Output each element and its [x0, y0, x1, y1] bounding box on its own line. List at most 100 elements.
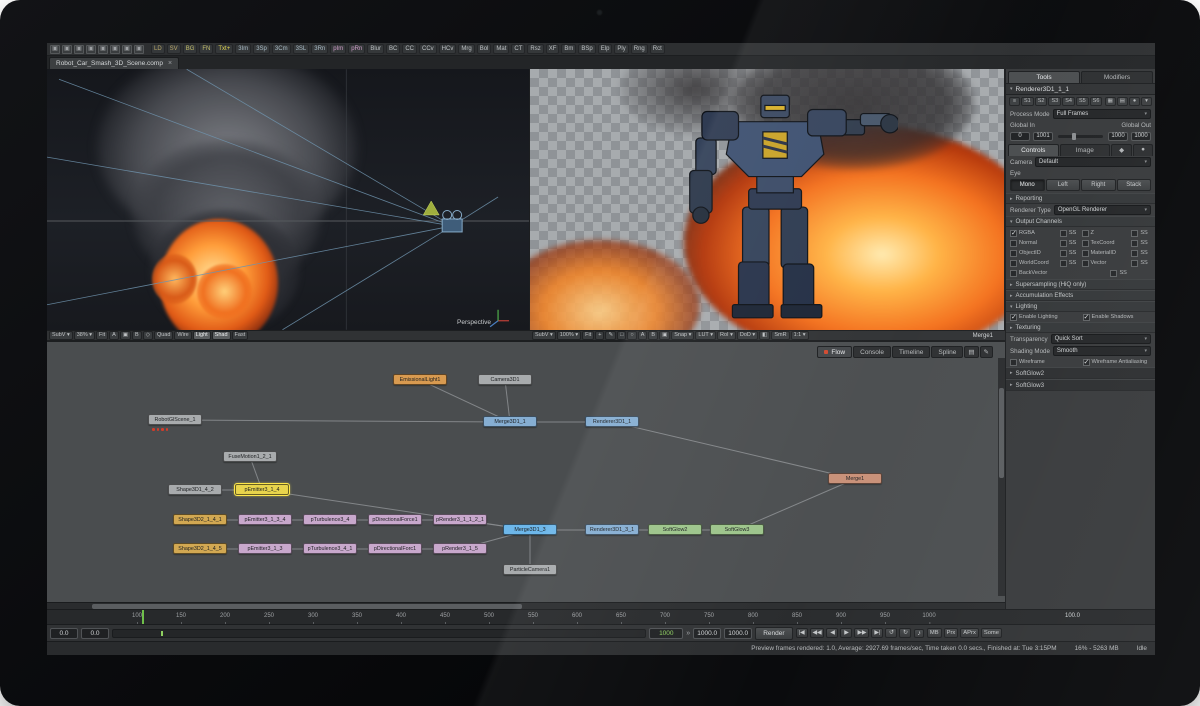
tool-button-3rn[interactable]: 3Rn: [311, 44, 328, 54]
flow-tool-icon[interactable]: ✎: [980, 346, 993, 358]
subtab-[interactable]: ●: [1133, 144, 1153, 156]
section-lighting[interactable]: ▾ Lighting: [1006, 301, 1155, 312]
view-toolbar-button-[interactable]: ▣: [120, 331, 131, 340]
checkbox-box[interactable]: [1010, 260, 1017, 267]
process-mode-dropdown[interactable]: Full Frames: [1053, 109, 1151, 119]
section-softglow2[interactable]: ▸ SoftGlow2: [1006, 367, 1155, 379]
checkbox-rgba[interactable]: RGBA: [1010, 230, 1058, 237]
tool-button-xf[interactable]: XF: [546, 44, 560, 54]
flow-node-shape3d2-1-4-1[interactable]: Shape3D2_1_4_1: [173, 514, 227, 525]
tab-close-icon[interactable]: ×: [168, 60, 172, 67]
section-output-channels[interactable]: ▾ Output Channels: [1006, 216, 1155, 227]
flow-node-pturbulence3-4-1[interactable]: pTurbulence3_4_1: [303, 543, 357, 554]
view-toolbar-button-100[interactable]: 100% ▾: [557, 331, 581, 340]
flow-node-softglow2[interactable]: SoftGlow2: [648, 524, 702, 535]
checkbox-ss[interactable]: SS: [1131, 240, 1151, 247]
view-toolbar-button-fast[interactable]: Fast: [232, 331, 249, 340]
flow-node-merge3d1-1[interactable]: Merge3D1_1: [483, 416, 537, 427]
view-toolbar-button-fit[interactable]: Fit: [582, 331, 594, 340]
flow-node-pturbulence3-4[interactable]: pTurbulence3_4: [303, 514, 357, 525]
section-texturing[interactable]: ▸ Texturing: [1006, 322, 1155, 333]
window-layout-icon[interactable]: ▣: [86, 45, 96, 54]
flow-node-merge1[interactable]: Merge1: [828, 473, 882, 484]
checkbox-box[interactable]: [1010, 314, 1017, 321]
checkbox-box[interactable]: [1110, 270, 1117, 277]
tool-button-3sp[interactable]: 3Sp: [253, 44, 270, 54]
checkbox-ss[interactable]: SS: [1131, 250, 1151, 257]
tool-button-mrg[interactable]: Mrg: [458, 44, 474, 54]
tool-button-pim[interactable]: pIm: [330, 44, 346, 54]
toggle-prx[interactable]: Prx: [944, 628, 959, 638]
view-toolbar-button-38[interactable]: 38% ▾: [74, 331, 95, 340]
checkbox-box[interactable]: [1010, 359, 1017, 366]
checkbox-ss[interactable]: SS: [1131, 260, 1151, 267]
checkbox-box[interactable]: [1060, 250, 1067, 257]
tool-button-rng[interactable]: Rng: [631, 44, 648, 54]
transport-button[interactable]: ▶▶: [854, 628, 869, 638]
version-button-s3[interactable]: S3: [1048, 97, 1061, 106]
camera-dropdown[interactable]: Default: [1035, 157, 1151, 167]
transport-button[interactable]: ◀: [826, 628, 838, 638]
checkbox-ss[interactable]: SS: [1131, 230, 1151, 237]
checkbox-box[interactable]: [1010, 230, 1017, 237]
tool-button-bg[interactable]: BG: [183, 44, 198, 54]
transport-button[interactable]: |◀: [796, 628, 808, 638]
version-button-s5[interactable]: S5: [1076, 97, 1089, 106]
subtab-image[interactable]: Image: [1060, 144, 1111, 156]
checkbox-materialid[interactable]: MaterialID: [1082, 250, 1130, 257]
checkbox-box[interactable]: [1082, 250, 1089, 257]
flow-vertical-scrollbar[interactable]: [998, 358, 1005, 596]
transport-button[interactable]: ↻: [899, 628, 911, 638]
checkbox-box[interactable]: [1131, 250, 1138, 257]
checkbox-worldcoord[interactable]: WorldCoord: [1010, 260, 1058, 267]
checkbox-wireframe-antialiasing[interactable]: Wireframe Antialiasing: [1083, 359, 1152, 366]
window-layout-icon[interactable]: ▣: [74, 45, 84, 54]
view-toolbar-button-[interactable]: ▣: [659, 331, 670, 340]
toggle-some[interactable]: Some: [981, 628, 1002, 638]
playhead[interactable]: [142, 610, 144, 625]
flow-area[interactable]: EmissionalLight1Camera3D1RobotGlScene_1M…: [47, 341, 1005, 602]
view-toolbar-button-b[interactable]: B: [648, 331, 658, 340]
view-toolbar-button-shad[interactable]: Shad: [212, 331, 231, 340]
view-toolbar-button-[interactable]: ◇: [143, 331, 153, 340]
flow-node-pemitter3-1-3[interactable]: pEmitter3_1_3: [238, 543, 292, 554]
window-layout-icon[interactable]: ▣: [62, 45, 72, 54]
flow-node-pemitter3-1-4[interactable]: pEmitter3_1_4: [235, 484, 289, 495]
version-button-s4[interactable]: S4: [1062, 97, 1075, 106]
view-mode-label[interactable]: Perspective: [457, 319, 491, 326]
checkbox-box[interactable]: [1010, 250, 1017, 257]
flow-node-renderer3d1-3-1[interactable]: Renderer3D1_3_1: [585, 524, 639, 535]
window-layout-icon[interactable]: ▣: [110, 45, 120, 54]
flow-node-emissionallight1[interactable]: EmissionalLight1: [393, 374, 447, 385]
view-toolbar-button-smr[interactable]: SmR: [771, 331, 789, 340]
view-toolbar-button-snap[interactable]: Snap ▾: [671, 331, 694, 340]
global-range-slider[interactable]: [1058, 135, 1103, 138]
flow-node-prender3-1-1-2-1[interactable]: pRender3_1_1_2_1: [433, 514, 487, 525]
header-icon[interactable]: ▤: [1117, 97, 1128, 106]
checkbox-box[interactable]: [1060, 230, 1067, 237]
global-out-field[interactable]: 1000: [1131, 132, 1151, 141]
render-end-field[interactable]: 1000: [1108, 132, 1128, 141]
view-toolbar-button-roi[interactable]: RoI ▾: [717, 331, 736, 340]
checkbox-box[interactable]: [1131, 240, 1138, 247]
checkbox-enable-lighting[interactable]: Enable Lighting: [1010, 314, 1079, 321]
tool-button-mat[interactable]: Mat: [493, 44, 509, 54]
tool-header[interactable]: ▾ Renderer3D1_1_1: [1006, 83, 1155, 95]
checkbox-normal[interactable]: Normal: [1010, 240, 1058, 247]
flow-node-robotglscene-1[interactable]: RobotGlScene_1: [148, 414, 202, 425]
render-button[interactable]: Render: [755, 627, 792, 640]
transport-button[interactable]: ◀◀: [810, 628, 825, 638]
view-toolbar-button-wire[interactable]: Wire: [174, 331, 191, 340]
checkbox-objectid[interactable]: ObjectID: [1010, 250, 1058, 257]
view-toolbar-button-fit[interactable]: Fit: [96, 331, 108, 340]
section-accumulation-effects[interactable]: ▸ Accumulation Effects: [1006, 290, 1155, 301]
section-reporting[interactable]: ▸ Reporting: [1006, 193, 1155, 204]
version-button-s6[interactable]: S6: [1090, 97, 1103, 106]
toggle-aprx[interactable]: APrx: [960, 628, 979, 638]
viewport-merge-preview[interactable]: [530, 69, 1005, 330]
tool-button-3im[interactable]: 3Im: [235, 44, 251, 54]
checkbox-box[interactable]: [1010, 270, 1017, 277]
checkbox-ss[interactable]: SS: [1060, 260, 1080, 267]
flow-node-shape3d2-1-4-5[interactable]: Shape3D2_1_4_5: [173, 543, 227, 554]
section-supersampling[interactable]: ▸ Supersampling (HiQ only): [1006, 279, 1155, 290]
